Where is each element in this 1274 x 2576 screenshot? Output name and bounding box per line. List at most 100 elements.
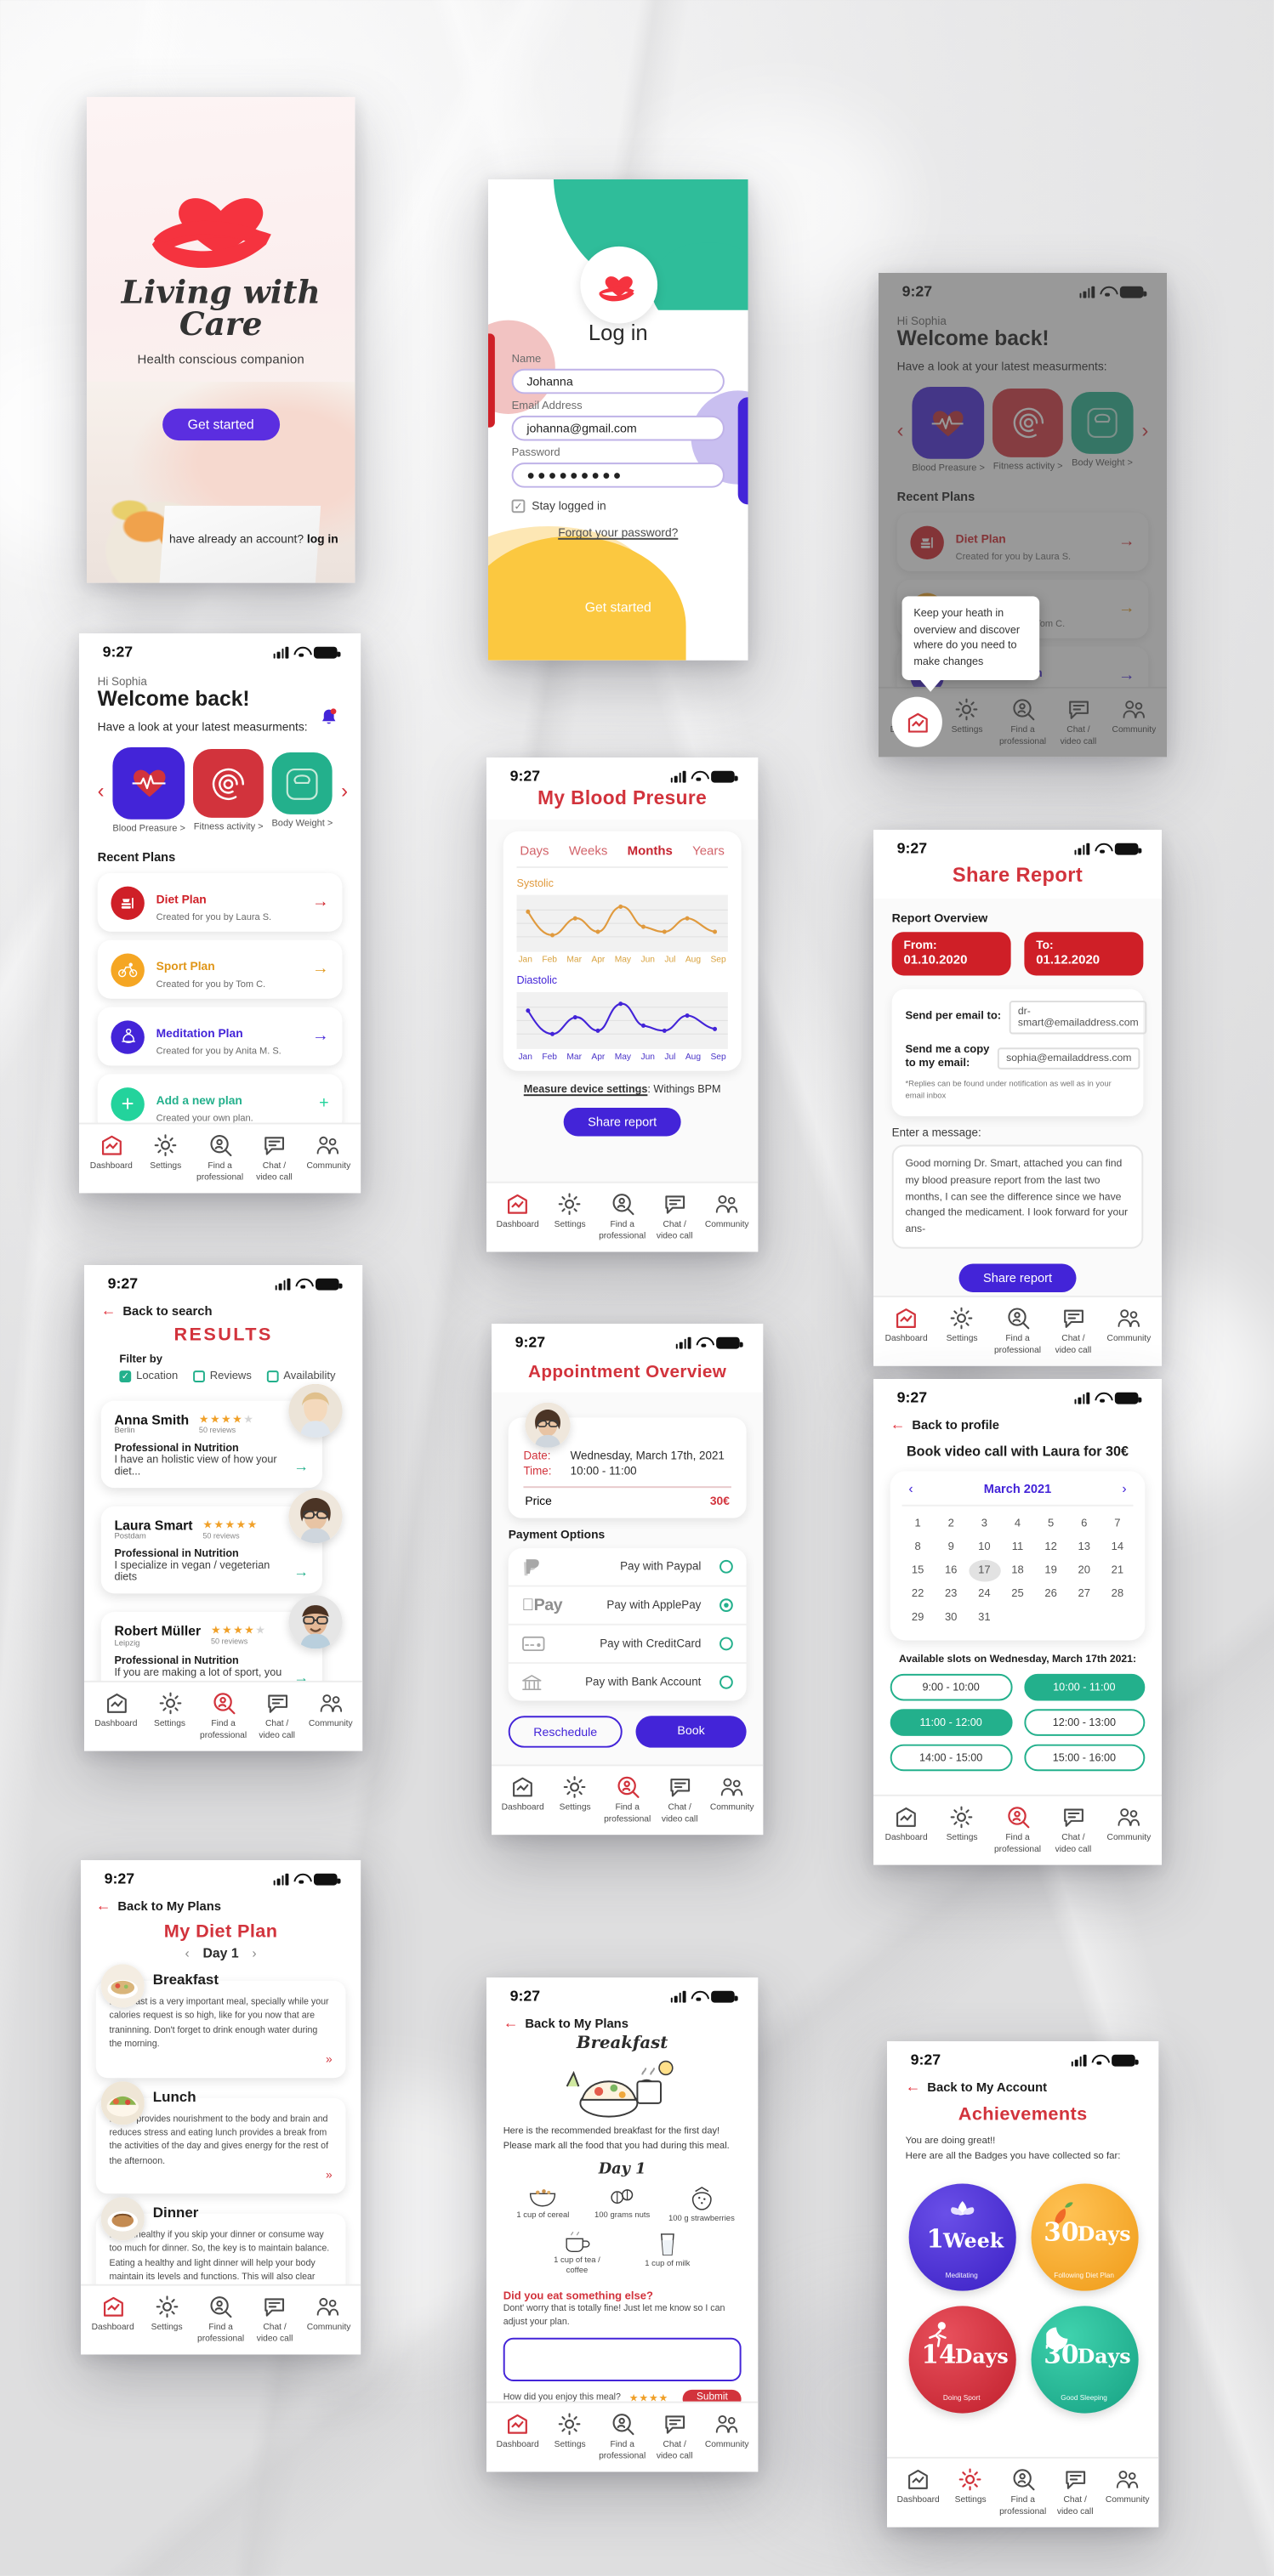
tab-community[interactable]: Community [1101,2466,1154,2505]
calendar-day[interactable]: 30 [936,1607,967,1629]
calendar-day[interactable]: 31 [969,1607,1000,1629]
name-input[interactable]: Johanna [511,368,725,394]
device-settings-link[interactable]: Measure device settings [523,1084,647,1096]
back-to-plans-link[interactable]: ← Back to My Plans [95,1898,345,1914]
filter-reviews[interactable]: Reviews [192,1370,251,1383]
tab-dashboard[interactable]: Dashboard [492,1191,544,1230]
email-input[interactable]: johanna@gmail.com [511,415,725,441]
calendar-day[interactable]: 12 [1035,1536,1066,1558]
message-textarea[interactable]: Good morning Dr. Smart, attached you can… [891,1144,1144,1250]
carousel-prev-icon[interactable]: ‹ [97,780,104,803]
next-day-icon[interactable]: › [252,1945,256,1960]
payment-radio[interactable] [719,1637,733,1651]
result-arrow-icon[interactable]: → [293,1458,309,1474]
tab-dashboard[interactable]: Dashboard [496,1774,549,1813]
tab-find-professional[interactable]: Find a professional [995,697,1050,747]
tab-find-professional[interactable]: Find a professional [990,1305,1045,1355]
prev-day-icon[interactable]: ‹ [185,1945,189,1960]
slot-button[interactable]: 12:00 - 13:00 [1023,1709,1146,1737]
slot-button[interactable]: 9:00 - 10:00 [890,1674,1012,1701]
calendar-day[interactable]: 15 [901,1560,933,1582]
calendar-day[interactable]: 27 [1068,1584,1100,1606]
tab-chat[interactable]: Chat / video call [1049,2466,1101,2516]
tab-find-professional[interactable]: Find a professional [596,1191,649,1241]
calendar-day[interactable]: 4 [1002,1513,1033,1535]
forgot-password-link[interactable]: Forgot your password? [511,528,724,540]
calendar-day[interactable]: 5 [1035,1513,1066,1535]
tab-dashboard[interactable]: Dashboard [84,1132,139,1172]
tab-community[interactable]: Community [301,1132,355,1172]
tile-fitness[interactable]: Fitness activity > [992,389,1063,474]
tab-find-professional[interactable]: Find a professional [600,1774,653,1824]
filter-availability[interactable]: Availability [266,1370,335,1383]
tile-fitness[interactable]: Fitness activity > [193,748,264,833]
rating-stars[interactable]: ★★★★ [628,2392,668,2401]
tab-find-professional[interactable]: Find a professional [990,1805,1045,1855]
meal-dinner[interactable]: Dinner It is unhealthy if you skip your … [95,2197,346,2284]
tab-settings[interactable]: Settings [944,2466,997,2505]
calendar-day[interactable]: 13 [1068,1536,1100,1558]
plan-row-sport[interactable]: Sport Plan Created for you by Tom C. → [97,940,343,1000]
food-item-milk[interactable]: 1 cup of milk [639,2231,695,2278]
filter-location[interactable]: ✓ Location [118,1370,178,1383]
tab-community[interactable]: Community [701,2411,754,2450]
tab-community[interactable]: Community [1101,1305,1157,1344]
plan-add-icon[interactable]: + [319,1095,329,1113]
plan-arrow-icon[interactable]: → [312,894,329,911]
calendar-day[interactable]: 20 [1068,1560,1100,1582]
plan-row-diet[interactable]: Diet Plan Created for you by Laura S. → [97,873,343,933]
food-item-strawberries[interactable]: 100 g strawberries [664,2183,738,2226]
tab-dashboard[interactable]: Dashboard [879,1305,934,1344]
calendar-day[interactable]: 23 [936,1584,967,1606]
result-row[interactable]: Anna Smith Berlin ★★★★★ 50 reviews Profe… [100,1384,345,1489]
share-report-button[interactable]: Share report [959,1263,1076,1293]
tab-chat[interactable]: Chat / video call [648,2411,701,2461]
calendar-day[interactable]: 29 [901,1607,933,1629]
prev-month-icon[interactable]: ‹ [908,1481,913,1496]
tab-dashboard[interactable]: Dashboard [88,1691,142,1730]
segment-weeks[interactable]: Weeks [568,843,606,858]
tab-chat[interactable]: Chat / video call [648,1191,701,1241]
tab-settings[interactable]: Settings [543,2411,596,2450]
stay-logged-in-checkbox[interactable]: ✓ [511,499,525,513]
result-row[interactable]: Laura Smart Postdam ★★★★★ 50 reviews Pro… [100,1489,345,1595]
tile-body-weight[interactable]: Body Weight > [1071,392,1134,469]
calendar-day[interactable]: 28 [1101,1584,1133,1606]
payment-option-applepay[interactable]: Pay Pay with ApplePay [508,1587,747,1626]
payment-radio[interactable] [719,1676,733,1689]
reschedule-button[interactable]: Reschedule [508,1716,623,1748]
tab-find-professional[interactable]: Find a professional [193,2294,247,2344]
checkbox-icon[interactable] [192,1370,205,1383]
checkbox-icon[interactable] [266,1370,278,1383]
back-to-profile-link[interactable]: ← Back to profile [890,1417,1146,1433]
calendar-day[interactable]: 16 [936,1560,967,1582]
tab-community[interactable]: Community [304,1691,357,1730]
tile-blood-pressure[interactable]: Blood Preasure > [912,387,985,475]
tab-chat[interactable]: Chat / video call [1045,1805,1101,1855]
tab-community[interactable]: Community [301,2294,355,2333]
food-item-nuts[interactable]: 100 grams nuts [585,2183,659,2226]
tab-chat[interactable]: Chat / video call [1045,1305,1101,1355]
calendar-day[interactable]: 24 [969,1584,1000,1606]
badge-sleeping[interactable]: 30 Days Good Sleeping [1030,2305,1138,2413]
send-to-input[interactable]: dr-smart@emailaddress.com [1009,1000,1147,1035]
book-button[interactable]: Book [635,1716,747,1748]
badge-sport[interactable]: 14 Days Doing Sport [907,2305,1015,2413]
calendar-day[interactable]: 7 [1101,1513,1133,1535]
notification-bell-icon[interactable] [318,707,338,728]
plan-row-add-new[interactable]: + Add a new plan Created your own plan. … [97,1075,343,1123]
back-to-account-link[interactable]: ← Back to My Account [905,2079,1140,2095]
tooltip-highlight-dashboard[interactable] [891,696,942,748]
calendar-day[interactable]: 22 [901,1584,933,1606]
meal-breakfast[interactable]: Breakfast Breakfast is a very important … [95,1964,346,2078]
meal-more-icon[interactable]: » [109,2170,333,2182]
slot-button-selected[interactable]: 10:00 - 11:00 [1023,1674,1146,1701]
segment-years[interactable]: Years [692,843,725,858]
tab-chat[interactable]: Chat / video call [247,1132,301,1183]
payment-radio[interactable] [719,1598,733,1613]
calendar-day[interactable]: 14 [1101,1536,1133,1558]
plan-arrow-icon[interactable]: → [1118,534,1135,552]
stay-logged-in-row[interactable]: ✓ Stay logged in [511,499,724,513]
next-month-icon[interactable]: › [1122,1481,1126,1496]
get-started-button[interactable]: Get started [162,408,280,441]
